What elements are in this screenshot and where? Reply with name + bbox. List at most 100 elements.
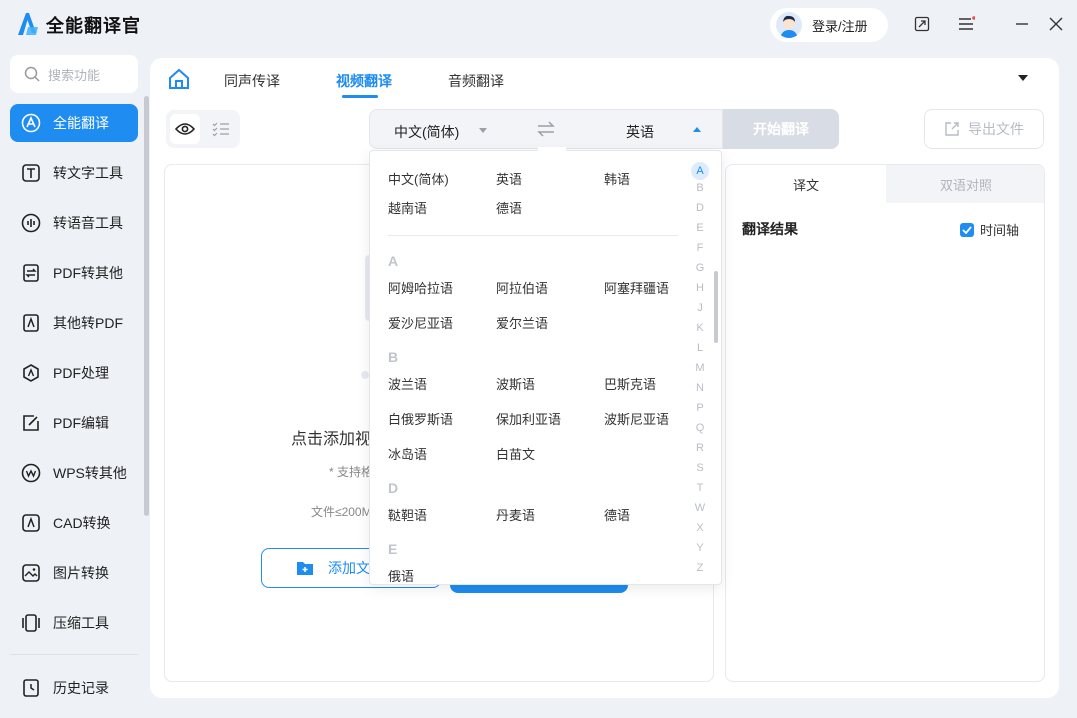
sidebar-item-image-convert[interactable]: 图片转换: [10, 554, 138, 592]
lang-option[interactable]: 白苗文: [496, 444, 535, 463]
alphabet-letter-l[interactable]: L: [690, 342, 710, 354]
add-file-label: 添加文: [328, 560, 370, 576]
sidebar-scrollbar[interactable]: [144, 96, 149, 516]
lang-option[interactable]: 白俄罗斯语: [388, 409, 453, 428]
alphabet-letter-y[interactable]: Y: [690, 542, 710, 554]
sidebar-item-label: 全能翻译: [53, 115, 109, 131]
sidebar-item-pdf-to-other[interactable]: PDF转其他: [10, 254, 138, 292]
tab-video-translate[interactable]: 视频翻译: [336, 71, 392, 91]
folder-add-icon: [297, 562, 313, 575]
tab-bilingual[interactable]: 双语对照: [886, 165, 1044, 203]
lang-option[interactable]: 越南语: [388, 198, 427, 217]
upload-format-note: * 支持格: [329, 465, 374, 479]
export-label: 导出文件: [968, 121, 1024, 137]
sidebar-item-pdf-edit[interactable]: PDF编辑: [10, 404, 138, 442]
export-icon: [945, 122, 959, 136]
sidebar-item-label: 转文字工具: [53, 165, 123, 181]
tab-audio-translate[interactable]: 音频翻译: [448, 71, 504, 91]
sidebar-item-all-translate[interactable]: 全能翻译: [10, 104, 138, 142]
alphabet-letter-x[interactable]: X: [690, 522, 710, 534]
tab-simultaneous[interactable]: 同声传译: [224, 71, 280, 91]
alphabet-letter-d[interactable]: D: [690, 202, 710, 214]
source-caret-icon[interactable]: [479, 128, 487, 133]
sidebar-item-other-to-pdf[interactable]: 其他转PDF: [10, 304, 138, 342]
result-tabs: 译文 双语对照: [726, 165, 1044, 203]
lang-option[interactable]: 保加利亚语: [496, 409, 561, 428]
alphabet-letter-z[interactable]: Z: [690, 562, 710, 574]
lang-option[interactable]: 波斯尼亚语: [604, 409, 669, 428]
alphabet-letter-p[interactable]: P: [690, 402, 710, 414]
lang-option[interactable]: 阿拉伯语: [496, 278, 548, 297]
sidebar-item-cad-convert[interactable]: CAD转换: [10, 504, 138, 542]
alphabet-letter-j[interactable]: J: [690, 302, 710, 314]
preview-toggle[interactable]: [170, 114, 200, 144]
letter-heading: D: [388, 480, 399, 496]
lang-option[interactable]: 波兰语: [388, 374, 427, 393]
tab-bar: 同声传译 视频翻译 音频翻译: [150, 58, 1059, 100]
sidebar-item-text-tool[interactable]: 转文字工具: [10, 154, 138, 192]
export-button[interactable]: 导出文件: [924, 109, 1044, 149]
target-caret-icon[interactable]: [693, 127, 701, 132]
menu-button[interactable]: [955, 13, 977, 35]
lang-option[interactable]: 英语: [496, 169, 522, 188]
alphabet-letter-h[interactable]: H: [690, 282, 710, 294]
pin-window-button[interactable]: [911, 13, 933, 35]
alphabet-letter-n[interactable]: N: [690, 382, 710, 394]
lang-option[interactable]: 丹麦语: [496, 505, 535, 524]
tab-translation[interactable]: 译文: [726, 165, 886, 203]
start-translate-button[interactable]: 开始翻译: [723, 109, 839, 149]
login-button[interactable]: 登录/注册: [770, 8, 888, 42]
alphabet-letter-a[interactable]: A: [691, 162, 709, 180]
sidebar-item-label: 历史记录: [53, 680, 109, 696]
close-button[interactable]: [1045, 13, 1067, 35]
menu-icon: [959, 16, 975, 30]
lang-option[interactable]: 德语: [604, 505, 630, 524]
lang-option[interactable]: 爱沙尼亚语: [388, 313, 453, 332]
target-language[interactable]: 英语: [626, 122, 654, 142]
source-language[interactable]: 中文(简体): [394, 122, 459, 142]
alphabet-letter-t[interactable]: T: [690, 482, 710, 494]
alphabet-letter-s[interactable]: S: [690, 462, 710, 474]
alphabet-letter-k[interactable]: K: [690, 322, 710, 334]
sidebar-item-history[interactable]: 历史记录: [10, 669, 138, 707]
alphabet-letter-g[interactable]: G: [690, 262, 710, 274]
lang-option[interactable]: 俄语: [388, 566, 414, 584]
sidebar-item-compress[interactable]: 压缩工具: [10, 604, 138, 642]
dropdown-scrollbar[interactable]: [714, 271, 718, 343]
checklist-toggle[interactable]: [206, 114, 236, 144]
tab-dropdown-icon[interactable]: [1018, 75, 1028, 81]
lang-option[interactable]: 巴斯克语: [604, 374, 656, 393]
sidebar-item-pdf-process[interactable]: PDF处理: [10, 354, 138, 392]
sidebar-item-wps-to-other[interactable]: WPS转其他: [10, 454, 138, 492]
pdf-process-icon: [21, 363, 41, 383]
lang-option[interactable]: 爱尔兰语: [496, 313, 548, 332]
sidebar-item-label: 转语音工具: [53, 215, 123, 231]
lang-option[interactable]: 阿塞拜疆语: [604, 278, 669, 297]
alphabet-letter-w[interactable]: W: [690, 502, 710, 514]
lang-option[interactable]: 冰岛语: [388, 444, 427, 463]
eye-icon: [175, 123, 195, 135]
lang-option[interactable]: 韩语: [604, 169, 630, 188]
lang-option[interactable]: 中文(简体): [388, 169, 449, 188]
alphabet-letter-b[interactable]: B: [690, 182, 710, 194]
lang-option[interactable]: 鞑靼语: [388, 505, 427, 524]
sidebar-item-voice-tool[interactable]: 转语音工具: [10, 204, 138, 242]
minimize-button[interactable]: [1011, 13, 1033, 35]
alphabet-letter-r[interactable]: R: [690, 442, 710, 454]
alphabet-letter-m[interactable]: M: [690, 362, 710, 374]
alphabet-letter-e[interactable]: E: [690, 222, 710, 234]
search-input[interactable]: 搜索功能: [10, 55, 138, 93]
pdf-convert-icon: [21, 263, 41, 283]
app-title: 全能翻译官: [46, 16, 141, 36]
timeline-checkbox[interactable]: 时间轴: [960, 220, 1019, 239]
alphabet-letter-q[interactable]: Q: [690, 422, 710, 434]
swap-icon[interactable]: [537, 121, 555, 137]
home-icon[interactable]: [168, 68, 190, 90]
lang-option[interactable]: 波斯语: [496, 374, 535, 393]
alphabet-letter-f[interactable]: F: [690, 242, 710, 254]
translate-icon: [21, 113, 41, 133]
sidebar-item-label: 压缩工具: [53, 615, 109, 631]
lang-option[interactable]: 阿姆哈拉语: [388, 278, 453, 297]
upload-illustration-dot: [361, 371, 369, 379]
lang-option[interactable]: 德语: [496, 198, 522, 217]
